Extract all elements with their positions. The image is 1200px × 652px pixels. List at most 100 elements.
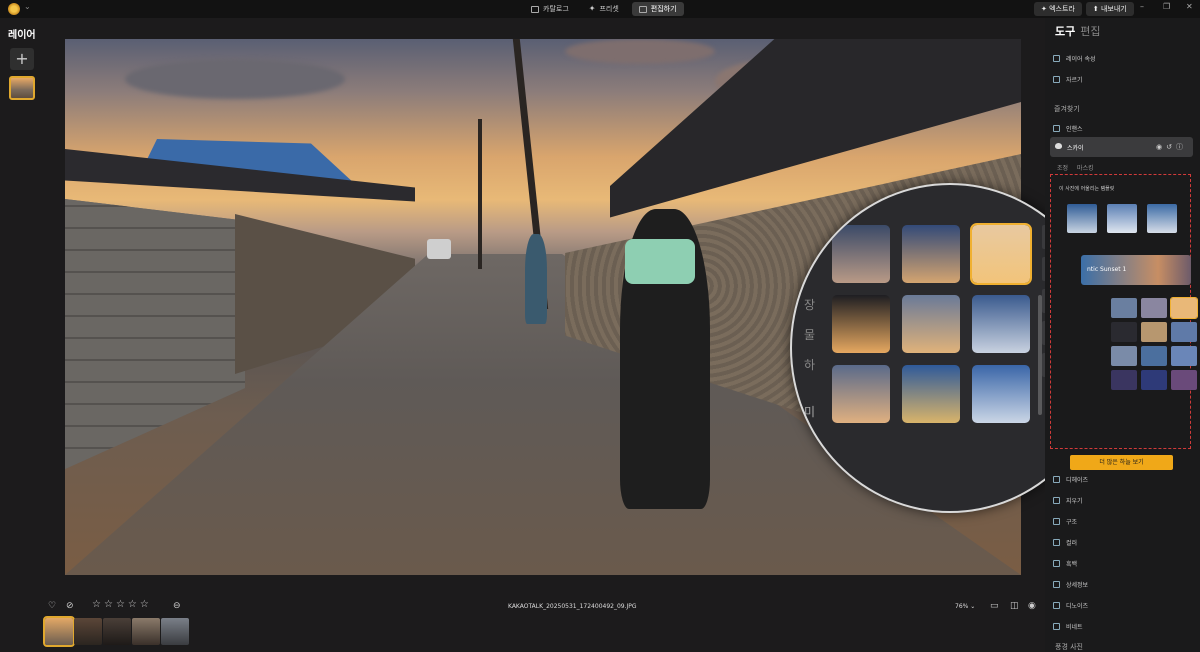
export-button[interactable]: ⬆ 내보내기: [1085, 2, 1134, 16]
sky-template[interactable]: [1141, 322, 1167, 342]
sky-template[interactable]: [832, 225, 890, 283]
star-icon[interactable]: ☆: [128, 599, 137, 610]
bw-item[interactable]: 흑백: [1053, 559, 1077, 568]
filmstrip-thumb[interactable]: [161, 618, 189, 645]
layers-panel: 레이어 +: [0, 18, 44, 652]
bw-icon: [1053, 560, 1060, 567]
more-skies-button[interactable]: 더 많은 하늘 보기: [1070, 455, 1173, 470]
app-logo-icon[interactable]: [8, 3, 20, 15]
tools-panel: 도구 편집 레이어 속성 자르기 즐겨찾기 인핸스 스카이 ◉↺ⓘ 조정 마스킹…: [1045, 18, 1200, 652]
dehaze-item[interactable]: 디헤이즈: [1053, 475, 1088, 484]
denoise-icon: [1053, 602, 1060, 609]
sky-template[interactable]: [1111, 322, 1137, 342]
sky-template[interactable]: [1171, 322, 1197, 342]
cloud: [125, 59, 345, 99]
sky-template[interactable]: [902, 365, 960, 423]
denoise-item[interactable]: 디노이즈: [1053, 601, 1088, 610]
tab-catalog[interactable]: 카탈로그: [524, 2, 576, 16]
filmstrip-thumb[interactable]: [132, 618, 160, 645]
layer-thumbnail[interactable]: [9, 76, 35, 100]
sky-template[interactable]: [1111, 370, 1137, 390]
recommended-template[interactable]: [1147, 204, 1177, 233]
sky-template[interactable]: [832, 295, 890, 353]
filmstrip: [43, 616, 189, 647]
sky-template[interactable]: [902, 225, 960, 283]
layers-title: 레이어: [8, 30, 36, 41]
file-name: KAKAOTALK_20250531_172400492_09.JPG: [508, 603, 637, 610]
subtab-masking[interactable]: 마스킹: [1077, 163, 1094, 172]
star-icon[interactable]: ☆: [104, 599, 113, 610]
star-icon[interactable]: ☆: [140, 599, 149, 610]
rating-stars: ☆ ☆ ☆ ☆ ☆: [92, 599, 149, 610]
recommended-template[interactable]: [1107, 204, 1137, 233]
sky-template[interactable]: [1111, 298, 1137, 318]
tab-presets[interactable]: ✦ 프리셋: [582, 2, 626, 16]
sky-template[interactable]: [1171, 346, 1197, 366]
chevron-down-icon[interactable]: ⌄: [24, 2, 31, 11]
sky-tool-header[interactable]: 스카이 ◉↺ⓘ: [1050, 137, 1193, 157]
sky-template-selected[interactable]: [1170, 297, 1198, 319]
tab-edit[interactable]: 편집하기: [631, 2, 684, 16]
vignette-item[interactable]: 비네트: [1053, 622, 1083, 631]
details-item[interactable]: 상세정보: [1053, 580, 1088, 589]
enhance-item[interactable]: 인핸스: [1053, 124, 1083, 133]
crop-item[interactable]: 자르기: [1053, 75, 1083, 84]
split-view-icon[interactable]: ◫: [1010, 601, 1019, 611]
sky-template[interactable]: [1141, 298, 1167, 318]
top-bar: ⌄ 카탈로그 ✦ 프리셋 편집하기 ✦ 엑스트라 ⬆ 내보내기 – ❐ ✕: [0, 0, 1200, 18]
cyclist-far: [525, 234, 547, 324]
sky-template-selected[interactable]: [970, 223, 1032, 285]
sky-template[interactable]: [1141, 370, 1167, 390]
erase-item[interactable]: 지우기: [1053, 496, 1083, 505]
zoom-level[interactable]: 76% ⌄: [955, 603, 975, 610]
filmstrip-thumb[interactable]: [74, 618, 102, 645]
utility-pole: [478, 119, 482, 269]
filmstrip-thumb[interactable]: [103, 618, 131, 645]
compare-icon[interactable]: ▭: [990, 601, 999, 611]
minus-circle-icon[interactable]: ⊖: [173, 601, 181, 611]
sky-template[interactable]: [972, 295, 1030, 353]
sky-tool-controls[interactable]: ◉↺ⓘ: [1156, 142, 1187, 152]
export-label: 내보내기: [1100, 5, 1127, 13]
tab-presets-label: 프리셋: [599, 5, 619, 13]
top-actions: ✦ 엑스트라 ⬆ 내보내기: [1034, 2, 1134, 16]
details-icon: [1053, 581, 1060, 588]
color-icon: [1053, 539, 1060, 546]
recommended-template[interactable]: [1067, 204, 1097, 233]
close-icon[interactable]: ✕: [1186, 2, 1193, 11]
sky-template[interactable]: [1111, 346, 1137, 366]
extras-button[interactable]: ✦ 엑스트라: [1034, 2, 1082, 16]
sky-preset-selector[interactable]: ntic Sunset 1: [1081, 255, 1191, 285]
filmstrip-thumb[interactable]: [43, 616, 75, 647]
sky-template[interactable]: [902, 295, 960, 353]
sky-template[interactable]: [1141, 346, 1167, 366]
structure-item[interactable]: 구조: [1053, 517, 1077, 526]
cloud: [565, 39, 715, 64]
zoom-value: 76%: [955, 603, 969, 610]
landscape-section-heading: 풍경 사진: [1055, 643, 1083, 651]
minimize-icon[interactable]: –: [1140, 2, 1144, 11]
color-item[interactable]: 컬러: [1053, 538, 1077, 547]
reject-icon[interactable]: ⊘: [66, 601, 74, 611]
subtab-adjust[interactable]: 조정: [1057, 163, 1068, 172]
mode-switcher: 카탈로그 ✦ 프리셋 편집하기: [524, 2, 684, 16]
catalog-icon: [531, 5, 539, 13]
sky-template[interactable]: [972, 365, 1030, 423]
maximize-icon[interactable]: ❐: [1163, 2, 1170, 11]
car: [427, 239, 451, 259]
left-wall: [65, 199, 245, 469]
tab-edits[interactable]: 편집: [1080, 23, 1100, 39]
star-icon[interactable]: ☆: [116, 599, 125, 610]
sky-subtabs: 조정 마스킹: [1057, 163, 1094, 172]
add-layer-button[interactable]: +: [10, 48, 34, 70]
edit-icon: [638, 5, 647, 13]
eye-icon[interactable]: ◉: [1028, 601, 1036, 611]
sky-template[interactable]: [832, 365, 890, 423]
tab-tools[interactable]: 도구: [1055, 23, 1075, 39]
star-icon[interactable]: ☆: [92, 599, 101, 610]
item-label: 인핸스: [1066, 126, 1083, 133]
layer-properties-item[interactable]: 레이어 속성: [1053, 54, 1096, 63]
sky-template[interactable]: [1171, 370, 1197, 390]
heart-icon[interactable]: ♡: [48, 601, 56, 611]
magnifier-bottom-label: 미: [804, 405, 816, 419]
